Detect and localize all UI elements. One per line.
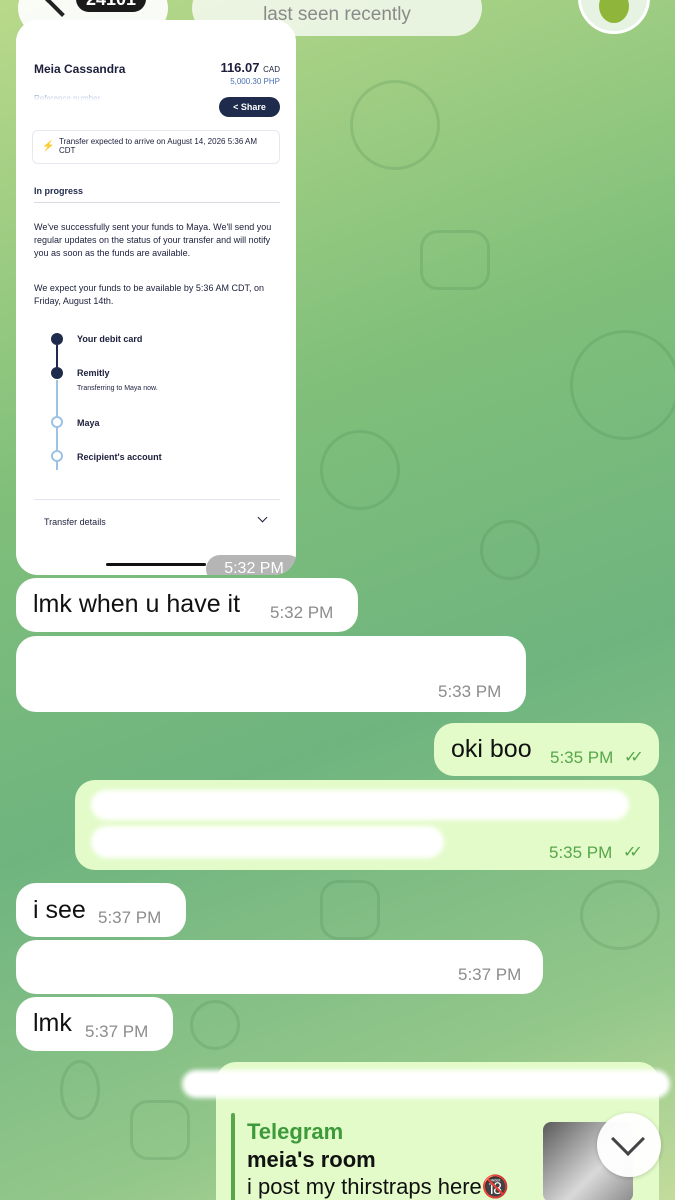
timeline-label: Remitly <box>77 368 110 378</box>
lightning-icon: ⚡ <box>42 141 55 152</box>
message-time: 5:32 PM <box>270 603 334 622</box>
timeline-sub: Transferring to Maya now. <box>77 385 158 392</box>
share-icon: < <box>233 102 241 112</box>
redaction-scribble <box>186 1074 666 1094</box>
message-time: 5:37 PM <box>98 908 162 927</box>
background-doodle <box>580 880 660 950</box>
double-check-icon: ✓✓ <box>624 749 644 766</box>
timeline-dot <box>51 333 63 345</box>
scroll-down-button[interactable] <box>597 1113 661 1177</box>
message-text: oki boo <box>451 735 532 763</box>
background-doodle <box>570 330 675 440</box>
background-doodle <box>420 230 490 290</box>
incoming-message[interactable]: 5:33 PM <box>16 636 526 712</box>
timeline-dot <box>51 450 63 462</box>
timeline-dot <box>51 416 63 428</box>
redaction-scribble <box>95 830 440 854</box>
arrival-box: ⚡ Transfer expected to arrive on August … <box>32 130 280 164</box>
timeline-dot <box>51 367 63 379</box>
chevron-down-icon <box>257 512 268 523</box>
home-indicator <box>106 563 206 566</box>
background-doodle <box>190 1000 240 1050</box>
message-time: 5:37 PM <box>458 965 522 984</box>
image-message[interactable]: Meia Cassandra 116.07 CAD 5,000.30 PHP R… <box>16 20 296 575</box>
redaction-scribble <box>22 952 462 974</box>
status-paragraph-1: We've successfully sent your funds to Ma… <box>34 222 272 258</box>
message-time: 5:32 PM <box>206 555 296 575</box>
background-doodle <box>320 880 380 940</box>
background-doodle <box>320 430 400 510</box>
incoming-message[interactable]: i see 5:37 PM <box>16 883 186 937</box>
timeline-label: Your debit card <box>77 334 143 344</box>
message-time: 5:37 PM <box>85 1022 149 1041</box>
arrival-text: Transfer expected to arrive on August 14… <box>59 137 258 155</box>
message-text: i see <box>33 896 86 924</box>
status-paragraph-2: We expect your funds to be available by … <box>34 283 264 306</box>
double-check-icon: ✓✓ <box>623 844 643 861</box>
link-preview-description: i post my thirstraps here🔞 <box>247 1174 510 1199</box>
message-time: 5:33 PM <box>438 682 502 701</box>
link-preview-title[interactable]: meia's room <box>247 1147 376 1173</box>
remitly-screenshot: Meia Cassandra 116.07 CAD 5,000.30 PHP R… <box>16 20 296 575</box>
redaction-scribble <box>30 650 500 672</box>
redaction-scribble <box>95 794 625 816</box>
outgoing-message[interactable]: oki boo 5:35 PM ✓✓ <box>434 723 659 776</box>
incoming-message[interactable]: lmk 5:37 PM <box>16 997 173 1051</box>
link-preview-accent <box>231 1113 235 1200</box>
message-text: lmk when u have it <box>33 590 241 618</box>
converted-amount: 5,000.30 PHP <box>230 77 280 86</box>
divider <box>34 499 280 500</box>
timeline-label: Recipient's account <box>77 452 162 462</box>
status-heading: In progress <box>34 186 84 196</box>
incoming-message[interactable]: 5:37 PM <box>16 940 543 994</box>
background-doodle <box>350 80 440 170</box>
incoming-message[interactable]: lmk when u have it 5:32 PM <box>16 578 358 632</box>
transfer-details-label: Transfer details <box>44 517 106 527</box>
message-text: lmk <box>33 1009 72 1037</box>
share-button: < Share <box>219 97 280 117</box>
avatar-image <box>599 0 629 23</box>
outgoing-message[interactable]: 5:35 PM ✓✓ <box>75 780 659 870</box>
timeline-label: Maya <box>77 418 100 428</box>
unread-count-badge: 24101 <box>76 0 147 12</box>
chevron-down-icon <box>611 1122 645 1156</box>
redaction-scribble <box>16 102 166 116</box>
background-doodle <box>480 520 540 580</box>
message-time: 5:35 PM <box>550 748 614 767</box>
background-doodle <box>60 1060 100 1120</box>
amount: 116.07 CAD <box>220 60 280 75</box>
link-preview-site[interactable]: Telegram <box>247 1119 343 1145</box>
background-doodle <box>130 1100 190 1160</box>
divider <box>34 202 280 203</box>
message-time: 5:35 PM <box>549 843 613 862</box>
recipient-name: Meia Cassandra <box>34 62 126 76</box>
avatar[interactable] <box>578 0 650 34</box>
